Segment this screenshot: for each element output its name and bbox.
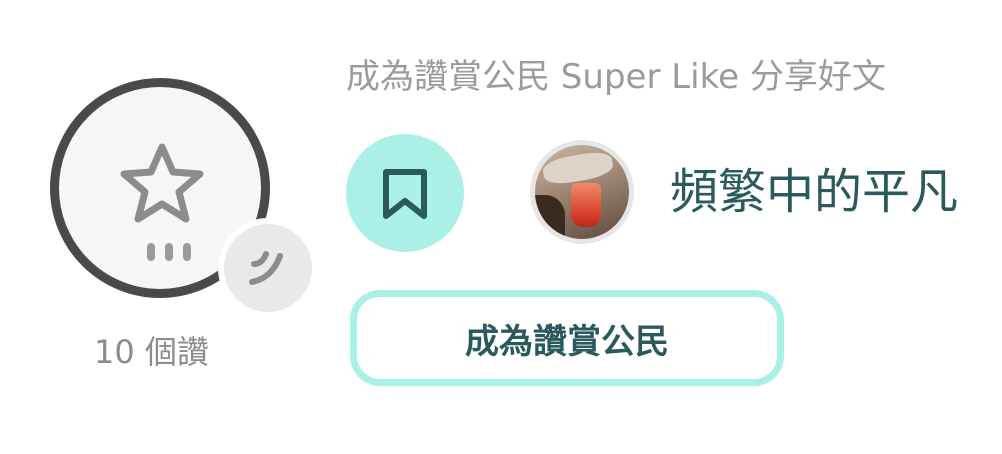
like-level-bars	[143, 243, 195, 265]
author-link[interactable]: 頻繁中的平凡	[530, 140, 958, 244]
clap-button[interactable]	[218, 218, 318, 318]
avatar[interactable]	[530, 140, 634, 244]
bookmark-icon	[383, 169, 427, 219]
bookmark-button[interactable]	[346, 134, 464, 252]
level-bar	[165, 243, 173, 261]
clap-icon	[249, 251, 283, 285]
level-bar	[183, 243, 191, 261]
author-name[interactable]: 頻繁中的平凡	[670, 162, 958, 222]
super-like-caption: 成為讚賞公民 Super Like 分享好文	[346, 57, 886, 97]
become-patron-button[interactable]: 成為讚賞公民	[350, 290, 784, 386]
like-widget	[50, 78, 318, 318]
like-count-label: 10 個讚	[94, 333, 209, 371]
level-bar	[147, 243, 155, 261]
avatar-image	[535, 145, 629, 239]
star-icon	[120, 143, 204, 223]
